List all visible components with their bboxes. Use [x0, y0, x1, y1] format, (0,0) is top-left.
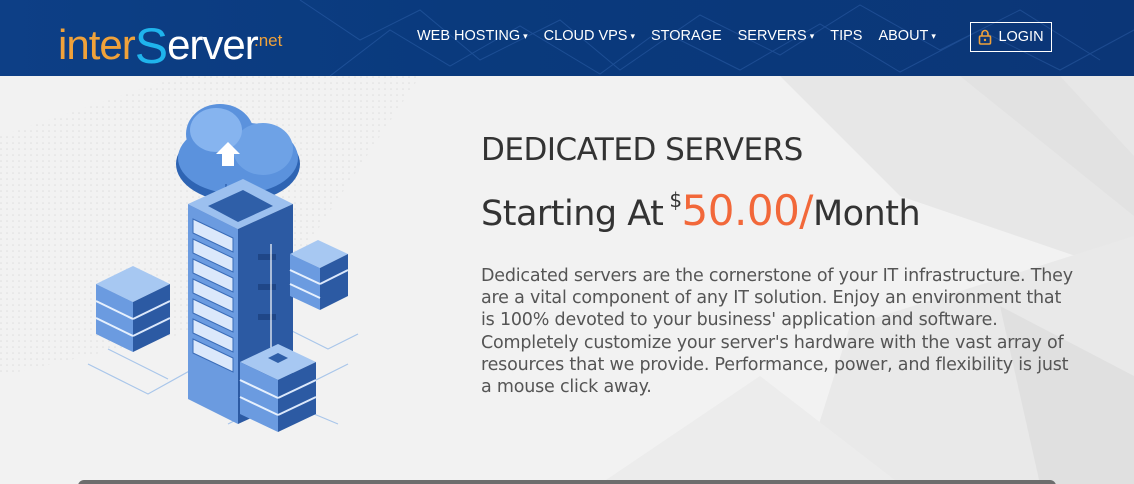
login-button[interactable]: LOGIN	[970, 22, 1052, 52]
price-suffix: Month	[812, 194, 921, 234]
content-panel-top-edge	[78, 480, 1056, 484]
nav-storage[interactable]: STORAGE	[651, 28, 722, 44]
nav-cloud-vps[interactable]: CLOUD VPS ▾	[544, 28, 635, 44]
price-currency: $	[669, 188, 682, 212]
logo-wordmark: interServer	[58, 18, 259, 74]
nav-tips[interactable]: TIPS	[830, 28, 862, 44]
nav-servers[interactable]: SERVERS ▾	[738, 28, 815, 44]
caret-down-icon: ▾	[523, 30, 528, 41]
caret-down-icon: ▾	[630, 30, 635, 41]
nav-about[interactable]: ABOUT ▾	[878, 28, 935, 44]
logo-suffix: .net	[254, 31, 283, 50]
nav-web-hosting[interactable]: WEB HOSTING ▾	[417, 28, 528, 44]
hero-section: DEDICATED SERVERS Starting At $50.00/Mont…	[0, 76, 1134, 484]
page-title: DEDICATED SERVERS	[481, 132, 803, 168]
price-amount: 50.00/	[681, 186, 814, 235]
caret-down-icon: ▾	[931, 30, 936, 41]
main-nav: WEB HOSTING ▾ CLOUD VPS ▾ STORAGE SERVERS ▾…	[417, 28, 952, 44]
server-cloud-illustration	[87, 104, 359, 432]
caret-down-icon: ▾	[809, 30, 815, 41]
hero-description: Dedicated servers are the cornerstone of…	[481, 266, 1073, 398]
site-header: interServer .net WEB HOSTING ▾ CLOUD VPS ▾…	[0, 0, 1134, 76]
price-line: Starting At $50.00/Month	[481, 186, 921, 235]
interserver-logo[interactable]: interServer .net	[58, 11, 298, 74]
lock-icon	[979, 29, 992, 45]
price-prefix: Starting At	[481, 194, 664, 234]
